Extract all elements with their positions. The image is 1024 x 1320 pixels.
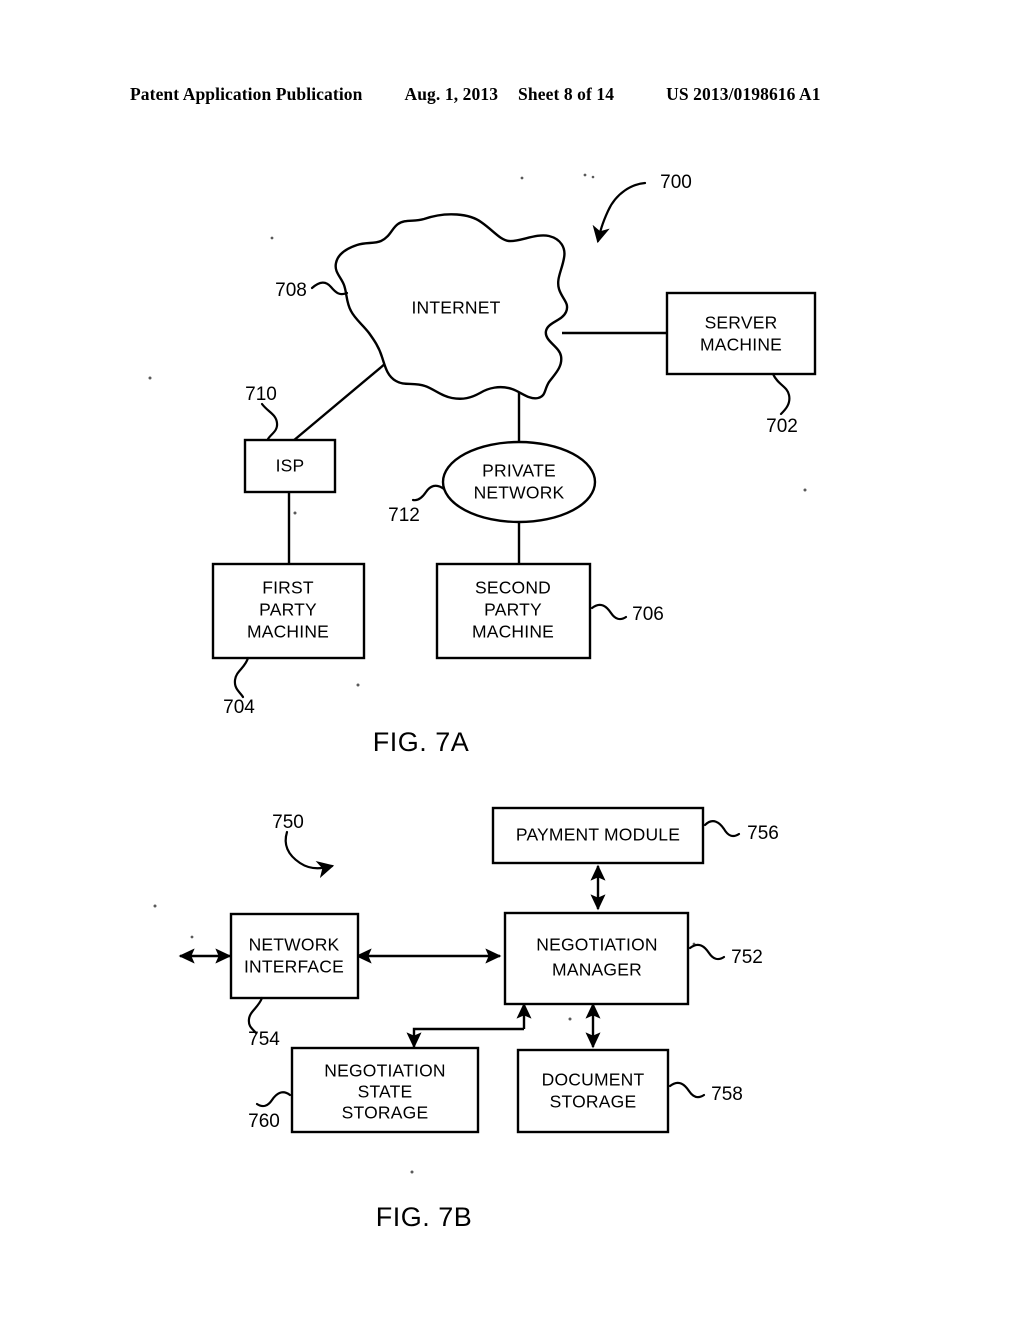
figure-drawing-canvas: 700 INTERNET 708 SERVER MACHINE 702 ISP … [148,172,817,1232]
node-network-interface-label-line2: INTERFACE [244,957,344,977]
node-negotiation-state-storage-label-line3: STORAGE [342,1103,429,1123]
node-isp: ISP [243,438,337,494]
ref-number-758: 758 [711,1084,743,1105]
ref-number-704: 704 [223,697,255,718]
node-document-storage-label-line2: STORAGE [550,1092,637,1112]
node-document-storage-label-line1: DOCUMENT [542,1070,645,1090]
node-negotiation-manager: NEGOTIATION MANAGER [503,911,690,1006]
node-negotiation-manager-label-line2: MANAGER [552,960,642,980]
ref-number-706: 706 [632,604,664,625]
ref-number-750: 750 [272,812,304,833]
ref-number-754: 754 [248,1029,280,1050]
scan-speck [356,683,360,687]
node-private-network-label-line1: PRIVATE [482,461,556,481]
connector-internet-to-isp [292,357,393,442]
node-network-interface: NETWORK INTERFACE [229,912,360,1000]
ref-number-752: 752 [731,947,763,968]
node-server-machine-label-line1: SERVER [705,313,778,333]
connector-manager-to-negotiation-state-down [406,1027,524,1049]
node-second-party-machine-label-line2: PARTY [484,600,542,620]
node-server-machine-label-line2: MACHINE [700,335,782,355]
ref-702-callout: 702 [766,372,798,437]
scan-speck [153,904,157,908]
patent-figure-page: Patent Application Publication Aug. 1, 2… [0,0,1024,1320]
node-isp-label: ISP [276,456,305,476]
figure-7b-caption: FIG. 7B [376,1202,473,1232]
overall-ref-750-callout: 750 [272,812,335,879]
ref-number-760: 760 [248,1111,280,1132]
node-private-network: PRIVATE NETWORK [441,440,597,524]
ref-760-callout: 760 [248,1091,292,1132]
node-network-interface-label-line1: NETWORK [249,935,340,955]
node-server-machine: SERVER MACHINE [665,291,817,376]
node-first-party-machine-label-line2: PARTY [259,600,317,620]
ref-754-callout: 754 [247,996,280,1050]
node-payment-module-label: PAYMENT MODULE [516,825,680,845]
ref-number-702: 702 [766,416,798,437]
scan-speck [148,376,152,380]
node-payment-module: PAYMENT MODULE [491,806,705,865]
ref-number-700: 700 [660,172,692,193]
ref-752-callout: 752 [688,943,763,968]
node-second-party-machine-label-line1: SECOND [475,578,551,598]
ref-756-callout: 756 [703,820,779,844]
ref-number-708: 708 [275,280,307,301]
scan-speck [270,236,274,240]
node-second-party-machine-label-line3: MACHINE [472,622,554,642]
ref-704-callout: 704 [223,656,255,718]
scan-speck [568,1017,572,1021]
ref-number-710: 710 [245,384,277,405]
scan-speck [520,176,524,180]
ref-number-756: 756 [747,823,779,844]
overall-ref-700-callout: 700 [592,172,692,244]
node-negotiation-manager-label-line1: NEGOTIATION [536,935,657,955]
ref-710-callout: 710 [245,384,279,441]
node-internet-label: INTERNET [411,298,500,318]
node-server-machine-box [665,291,817,376]
ref-number-712: 712 [388,505,420,526]
figure-7a-group: 700 INTERNET 708 SERVER MACHINE 702 ISP … [148,172,817,757]
node-negotiation-state-storage-label-line1: NEGOTIATION [324,1061,445,1081]
node-second-party-machine: SECOND PARTY MACHINE [435,562,592,660]
node-internet: INTERNET [334,213,569,400]
figure-7b-group: 750 PAYMENT MODULE 756 NETWORK INTERFACE… [153,806,779,1232]
ref-758-callout: 758 [668,1081,743,1105]
scan-speck [803,488,807,492]
ref-712-callout: 712 [388,484,446,526]
node-negotiation-manager-box [503,911,690,1006]
scan-speck [190,935,194,939]
scan-speck [293,511,297,515]
node-negotiation-state-storage-label-line2: STATE [358,1082,413,1102]
figure-7a-caption: FIG. 7A [373,727,470,757]
ref-708-callout: 708 [275,280,349,301]
ref-706-callout: 706 [590,603,664,625]
node-negotiation-state-storage: NEGOTIATION STATE STORAGE [290,1046,480,1134]
node-private-network-label-line2: NETWORK [474,483,565,503]
scan-speck [591,175,595,179]
node-first-party-machine-label-line1: FIRST [262,578,314,598]
node-first-party-machine-label-line3: MACHINE [247,622,329,642]
scan-speck [583,173,587,177]
node-document-storage: DOCUMENT STORAGE [516,1048,670,1134]
node-first-party-machine: FIRST PARTY MACHINE [211,562,366,660]
scan-speck [410,1170,414,1174]
